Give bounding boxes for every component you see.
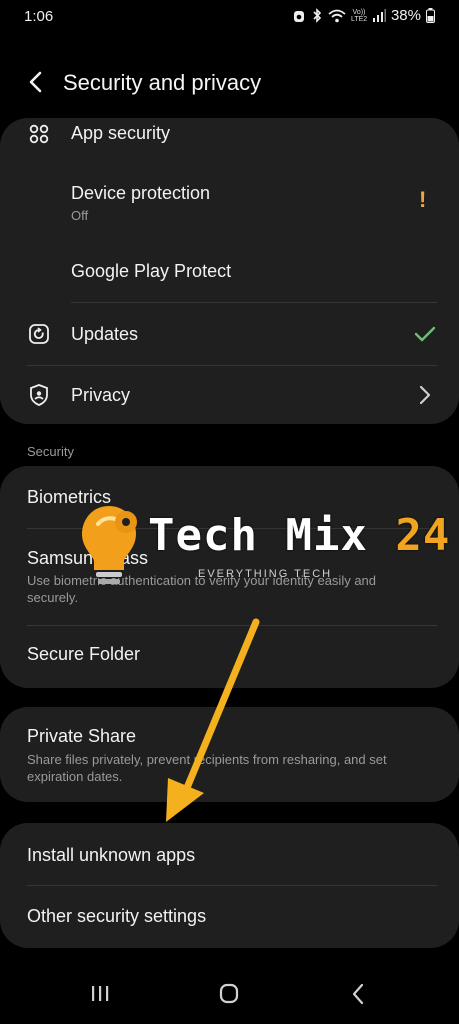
navigation-bar (0, 964, 459, 1024)
home-button[interactable] (209, 978, 249, 1010)
battery-icon (426, 8, 435, 23)
wifi-icon (328, 9, 346, 22)
recent-apps-button[interactable] (80, 978, 120, 1010)
install-unknown-apps-label: Install unknown apps (27, 845, 196, 865)
recent-apps-icon (92, 986, 109, 1001)
alert-icon: ! (419, 187, 427, 212)
device-protection-status: Off (71, 208, 89, 223)
back-icon (352, 983, 364, 1005)
row-install-unknown-apps[interactable]: Install unknown apps (0, 823, 459, 885)
row-privacy[interactable]: Privacy (0, 366, 459, 424)
status-time: 1:06 (24, 8, 54, 25)
nav-back-button[interactable] (338, 978, 378, 1010)
carrier-label: Vo)) LTE2 (350, 8, 368, 23)
check-icon (414, 326, 436, 342)
screen: 1:06 Vo)) LTE2 38% Security and privacy … (0, 0, 459, 1024)
row-google-play-protect[interactable]: Google Play Protect (0, 242, 459, 302)
back-button[interactable] (22, 68, 50, 96)
privacy-label: Privacy (71, 385, 131, 405)
row-samsung-pass[interactable]: Samsung Pass Use biometric authenticatio… (0, 529, 459, 625)
security-status-card: App security Device protection Off ! Goo… (0, 118, 459, 424)
app-security-label: App security (71, 123, 171, 143)
row-app-security[interactable]: App security (0, 118, 459, 162)
secure-folder-label: Secure Folder (27, 644, 141, 664)
private-share-label: Private Share (27, 726, 137, 746)
signal-icon (372, 9, 386, 22)
biometrics-label: Biometrics (27, 487, 112, 507)
header: Security and privacy (0, 60, 459, 106)
section-label-security: Security (27, 444, 74, 459)
privacy-shield-icon (30, 384, 48, 406)
bluetooth-icon (313, 8, 322, 23)
row-device-protection[interactable]: Device protection Off ! (0, 170, 459, 238)
samsung-pass-label: Samsung Pass (27, 548, 149, 568)
apps-grid-icon (29, 124, 49, 144)
row-updates[interactable]: Updates (0, 303, 459, 365)
row-biometrics[interactable]: Biometrics (0, 466, 459, 528)
row-secure-folder[interactable]: Secure Folder (0, 626, 459, 688)
page-title: Security and privacy (63, 70, 262, 95)
battery-percent: 38% (390, 7, 421, 24)
chevron-right-icon (419, 385, 431, 405)
other-security-settings-label: Other security settings (27, 906, 207, 926)
samsung-pass-description: Use biometric authentication to verify y… (27, 573, 377, 605)
google-play-protect-label: Google Play Protect (71, 261, 232, 281)
status-bar: 1:06 Vo)) LTE2 38% (0, 0, 459, 34)
other-settings-card: Install unknown apps Other security sett… (0, 823, 459, 948)
alarm-icon (293, 10, 304, 22)
row-private-share[interactable]: Private Share Share files privately, pre… (0, 707, 459, 802)
security-card: Biometrics Samsung Pass Use biometric au… (0, 466, 459, 688)
device-protection-label: Device protection (71, 183, 211, 203)
status-icons: Vo)) LTE2 38% (292, 7, 435, 24)
back-arrow-icon (29, 71, 42, 93)
home-icon (219, 983, 239, 1004)
private-share-card: Private Share Share files privately, pre… (0, 707, 459, 802)
row-other-security-settings[interactable]: Other security settings (0, 886, 459, 948)
updates-label: Updates (71, 324, 139, 344)
private-share-description: Share files privately, prevent recipient… (27, 752, 387, 784)
update-icon (29, 324, 49, 344)
